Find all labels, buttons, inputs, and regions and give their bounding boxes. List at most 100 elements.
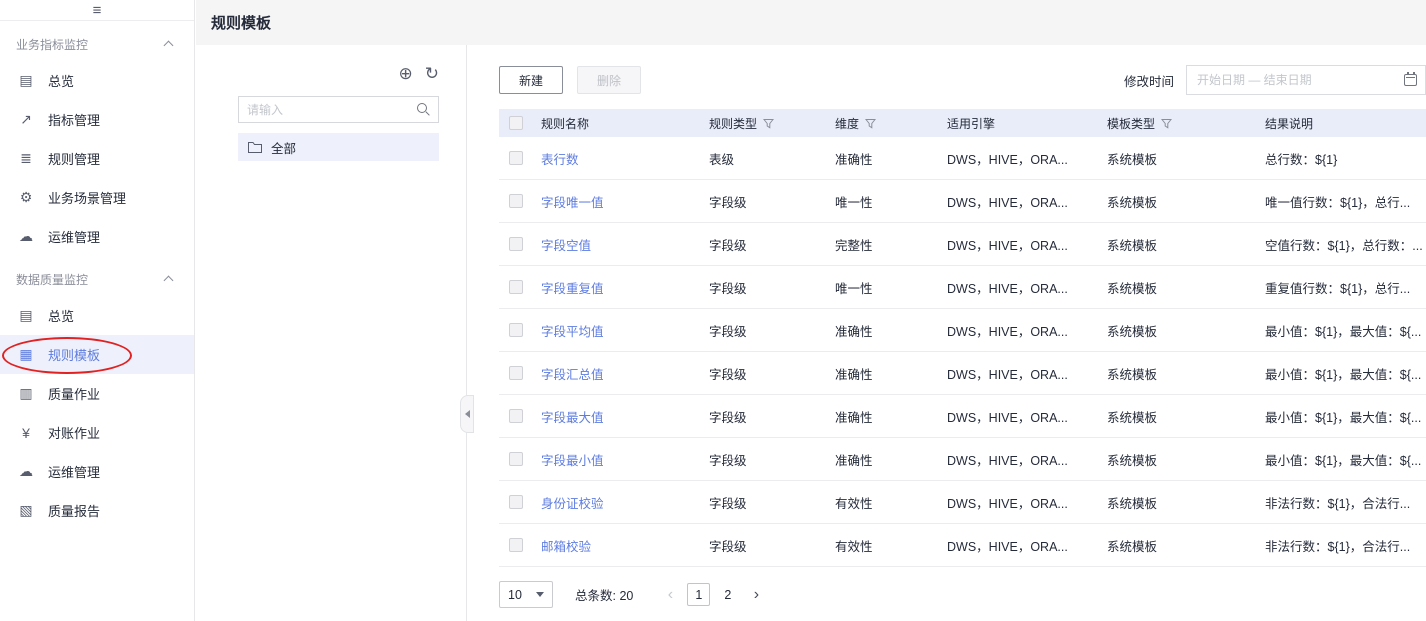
engine-cell: DWS，HIVE，ORA...: [947, 364, 1107, 383]
sidebar-item[interactable]: ⚙ 业务场景管理: [0, 178, 194, 217]
sidebar-section-business-metrics[interactable]: 业务指标监控: [0, 27, 194, 61]
row-checkbox[interactable]: [509, 237, 523, 251]
overview-layers-icon: ▤: [17, 72, 35, 89]
row-checkbox[interactable]: [509, 409, 523, 423]
sidebar-item[interactable]: ▤ 总览: [0, 61, 194, 100]
engine-cell: DWS，HIVE，ORA...: [947, 278, 1107, 297]
new-button[interactable]: 新建: [499, 66, 563, 94]
hamburger-menu-icon[interactable]: ≡: [0, 0, 194, 21]
search-icon[interactable]: [417, 103, 430, 116]
page-number[interactable]: 2: [716, 583, 739, 606]
filter-icon[interactable]: [865, 118, 876, 129]
result-cell: 非法行数：${1}，合法行...: [1265, 493, 1426, 512]
dimension-cell: 准确性: [835, 321, 947, 340]
sidebar: ≡ 业务指标监控 ▤ 总览 ↗ 指标管理 ≣ 规则管理: [0, 0, 195, 621]
sidebar-item[interactable]: ▧ 质量报告: [0, 491, 194, 530]
add-directory-icon[interactable]: ⊕: [399, 65, 413, 82]
folder-icon: [248, 141, 262, 153]
refresh-icon[interactable]: ↻: [425, 65, 439, 82]
date-range-input[interactable]: [1187, 73, 1404, 87]
row-checkbox[interactable]: [509, 452, 523, 466]
engine-cell: DWS，HIVE，ORA...: [947, 450, 1107, 469]
page-controls: 1 2: [659, 583, 767, 606]
dimension-cell: 准确性: [835, 149, 947, 168]
sidebar-item[interactable]: ☁ 运维管理: [0, 452, 194, 491]
sidebar-item[interactable]: ≣ 规则管理: [0, 139, 194, 178]
scenario-gear-icon: ⚙: [17, 189, 35, 206]
rule-template-icon: ▦: [17, 346, 35, 363]
dimension-cell: 唯一性: [835, 192, 947, 211]
chevron-up-icon[interactable]: [164, 41, 174, 51]
rule-type-cell: 表级: [709, 149, 835, 168]
sidebar-section-label: 数据质量监控: [16, 271, 88, 288]
row-checkbox[interactable]: [509, 323, 523, 337]
tree-node-label: 全部: [271, 138, 296, 157]
rule-name-link[interactable]: 字段唯一值: [541, 192, 709, 211]
row-checkbox[interactable]: [509, 538, 523, 552]
tree-node-all[interactable]: 全部: [238, 133, 439, 161]
engine-cell: DWS，HIVE，ORA...: [947, 235, 1107, 254]
sidebar-list-business: ▤ 总览 ↗ 指标管理 ≣ 规则管理 ⚙ 业务场景管理: [0, 61, 194, 256]
filter-icon[interactable]: [1161, 118, 1172, 129]
sidebar-item-label: 规则模板: [48, 345, 100, 364]
template-type-cell: 系统模板: [1107, 192, 1265, 211]
rule-type-cell: 字段级: [709, 536, 835, 555]
sidebar-item-label: 运维管理: [48, 462, 100, 481]
rule-name-link[interactable]: 字段最大值: [541, 407, 709, 426]
template-type-cell: 系统模板: [1107, 364, 1265, 383]
rule-name-link[interactable]: 邮箱校验: [541, 536, 709, 555]
result-cell: 最小值：${1}，最大值：${...: [1265, 364, 1426, 383]
table-row: 字段平均值 字段级 准确性 DWS，HIVE，ORA... 系统模板 最小值：$…: [499, 309, 1426, 352]
chevron-down-icon: [536, 592, 544, 597]
template-type-cell: 系统模板: [1107, 493, 1265, 512]
sidebar-list-quality: ▤ 总览 ▦ 规则模板 ▥ 质量作业 ¥ 对账作业: [0, 296, 194, 530]
table-row: 字段空值 字段级 完整性 DWS，HIVE，ORA... 系统模板 空值行数：$…: [499, 223, 1426, 266]
template-type-cell: 系统模板: [1107, 235, 1265, 254]
page-size-select[interactable]: 10: [499, 581, 553, 608]
sidebar-item-label: 总览: [48, 306, 74, 325]
rule-name-link[interactable]: 字段重复值: [541, 278, 709, 297]
rule-type-cell: 字段级: [709, 278, 835, 297]
prev-page-icon[interactable]: [659, 584, 681, 606]
dimension-cell: 完整性: [835, 235, 947, 254]
sidebar-item[interactable]: ▥ 质量作业: [0, 374, 194, 413]
sidebar-item[interactable]: ↗ 指标管理: [0, 100, 194, 139]
pagination: 10 总条数: 20 1 2: [499, 581, 1426, 608]
page-size-value: 10: [508, 588, 522, 602]
directory-search-input[interactable]: [239, 103, 417, 117]
template-type-cell: 系统模板: [1107, 278, 1265, 297]
sidebar-item[interactable]: ▤ 总览: [0, 296, 194, 335]
filter-icon[interactable]: [763, 118, 774, 129]
row-checkbox[interactable]: [509, 495, 523, 509]
result-cell: 重复值行数：${1}，总行...: [1265, 278, 1426, 297]
column-header-rule-name: 规则名称: [541, 115, 589, 132]
panel-collapse-handle[interactable]: [460, 395, 474, 433]
calendar-icon[interactable]: [1404, 74, 1417, 86]
collapse-left-icon: [465, 410, 470, 418]
directory-search-box: [238, 96, 439, 123]
sidebar-item[interactable]: ☁ 运维管理: [0, 217, 194, 256]
rule-name-link[interactable]: 字段汇总值: [541, 364, 709, 383]
page-number[interactable]: 1: [687, 583, 710, 606]
sidebar-item[interactable]: ¥ 对账作业: [0, 413, 194, 452]
delete-button[interactable]: 删除: [577, 66, 641, 94]
modified-time-label: 修改时间: [1124, 71, 1174, 90]
row-checkbox[interactable]: [509, 280, 523, 294]
next-page-icon[interactable]: [745, 584, 767, 606]
rule-name-link[interactable]: 字段平均值: [541, 321, 709, 340]
row-checkbox[interactable]: [509, 194, 523, 208]
rule-name-link[interactable]: 字段空值: [541, 235, 709, 254]
sidebar-item[interactable]: ▦ 规则模板: [0, 335, 194, 374]
rule-template-table-area: 新建 删除 修改时间 规则名称 规则类型 维度 适用引擎 模板: [467, 45, 1426, 621]
row-checkbox[interactable]: [509, 366, 523, 380]
row-checkbox[interactable]: [509, 151, 523, 165]
sidebar-section-data-quality[interactable]: 数据质量监控: [0, 262, 194, 296]
page-title: 规则模板: [211, 12, 271, 33]
metric-trend-icon: ↗: [17, 111, 35, 128]
rule-name-link[interactable]: 身份证校验: [541, 493, 709, 512]
rule-name-link[interactable]: 字段最小值: [541, 450, 709, 469]
chevron-up-icon[interactable]: [164, 276, 174, 286]
rule-name-link[interactable]: 表行数: [541, 149, 709, 168]
select-all-checkbox[interactable]: [509, 116, 523, 130]
sidebar-section-label: 业务指标监控: [16, 36, 88, 53]
